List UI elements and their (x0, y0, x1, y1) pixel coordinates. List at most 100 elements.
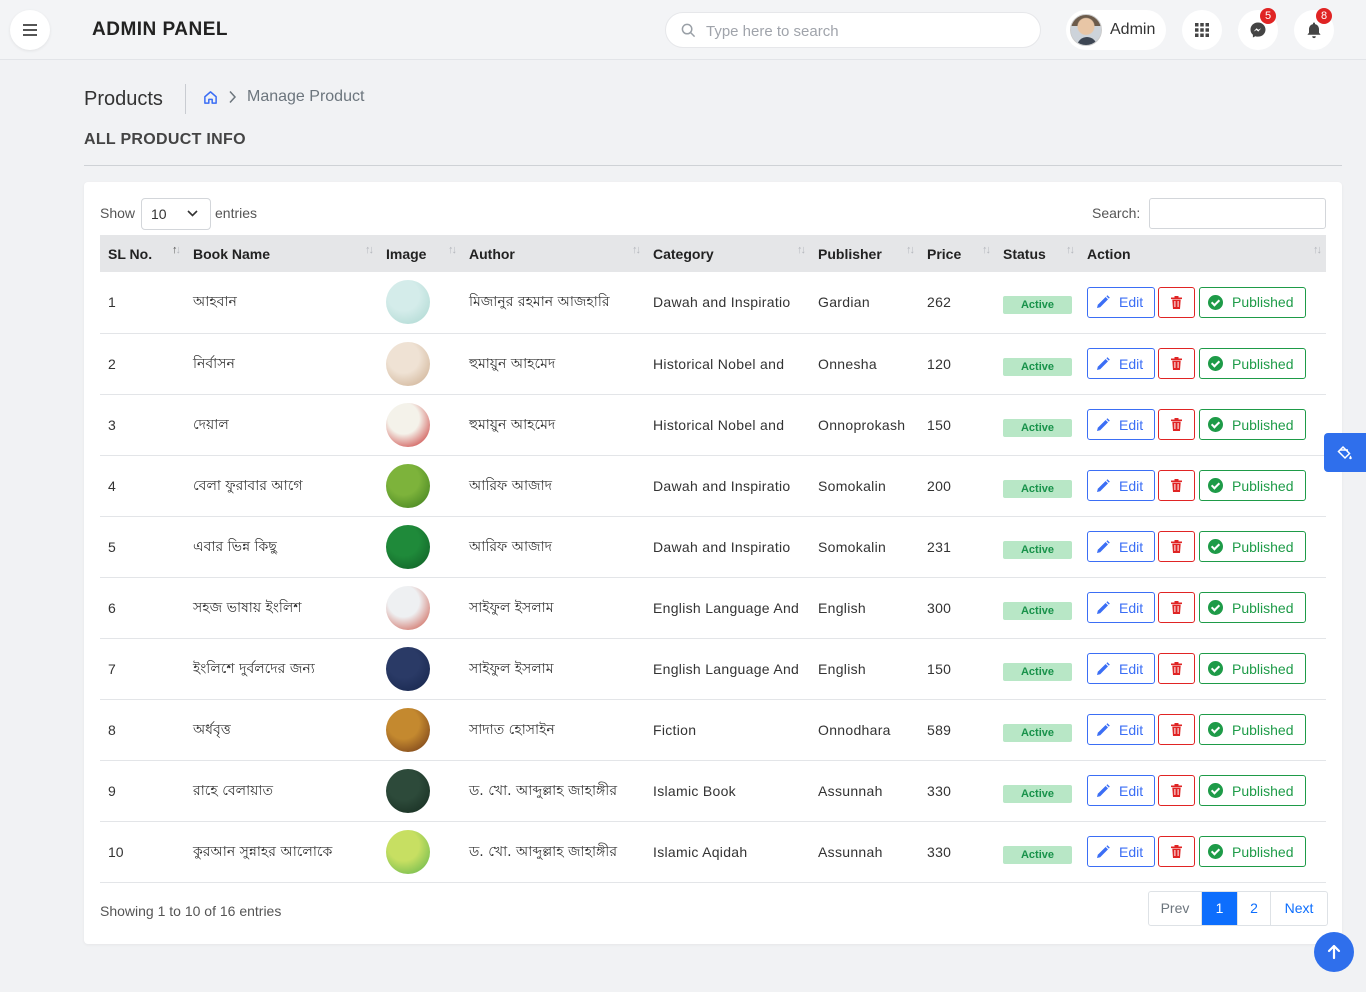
status-cell: Active (995, 699, 1079, 760)
published-label: Published (1232, 294, 1294, 311)
messages-button[interactable]: 5 (1238, 8, 1278, 50)
delete-button[interactable] (1158, 409, 1195, 440)
edit-button[interactable]: Edit (1087, 714, 1155, 745)
notifications-button[interactable]: 8 (1294, 8, 1334, 50)
pagination-next[interactable]: Next (1271, 892, 1327, 925)
search-icon (681, 23, 696, 38)
delete-button[interactable] (1158, 653, 1195, 684)
status-cell: Active (995, 760, 1079, 821)
book-cover-thumbnail (386, 524, 430, 569)
theme-customizer-button[interactable] (1324, 433, 1366, 472)
pagination-prev[interactable]: Prev (1149, 892, 1202, 925)
column-header-status[interactable]: Status ↑↓ (995, 235, 1079, 272)
delete-button[interactable] (1158, 836, 1195, 867)
book-name-cell: এবার ভিন্ন কিছু (193, 538, 277, 555)
published-toggle-button[interactable]: Published (1199, 348, 1306, 379)
trash-icon (1171, 540, 1182, 553)
book-cover-thumbnail (386, 646, 430, 691)
scroll-to-top-button[interactable] (1314, 932, 1354, 972)
paint-bucket-icon (1337, 445, 1352, 459)
column-header-label: Image (386, 245, 427, 262)
published-label: Published (1232, 477, 1294, 494)
status-badge: Active (1003, 784, 1072, 803)
book-cover-thumbnail (386, 341, 430, 386)
messenger-icon (1250, 22, 1266, 38)
pencil-icon (1097, 661, 1110, 675)
published-toggle-button[interactable]: Published (1199, 653, 1306, 684)
column-header-label: Price (927, 245, 962, 262)
pencil-icon (1097, 539, 1110, 553)
published-toggle-button[interactable]: Published (1199, 286, 1306, 318)
pagination-page-1[interactable]: 1 (1202, 892, 1238, 925)
sort-icon: ↑↓ (982, 244, 991, 256)
status-badge: Active (1003, 296, 1072, 315)
page-length-value: 10 (151, 206, 167, 222)
published-label: Published (1232, 416, 1294, 433)
sl-cell: 7 (108, 660, 116, 677)
page-length-select[interactable]: 10 (141, 198, 211, 230)
published-toggle-button[interactable]: Published (1199, 531, 1306, 562)
price-cell: 330 (927, 843, 952, 860)
delete-button[interactable] (1158, 470, 1195, 501)
edit-label: Edit (1119, 782, 1144, 799)
home-icon[interactable] (203, 90, 218, 105)
apps-button[interactable] (1182, 10, 1222, 50)
table-search-input[interactable] (1149, 198, 1326, 229)
edit-button[interactable]: Edit (1087, 286, 1155, 318)
published-toggle-button[interactable]: Published (1199, 775, 1306, 806)
category-cell: Islamic Aqidah (653, 843, 748, 860)
check-circle-icon (1208, 417, 1223, 432)
category-cell: Historical Nobel and (653, 416, 785, 433)
column-header-image[interactable]: Image ↑↓ (378, 235, 461, 272)
delete-button[interactable] (1158, 714, 1195, 745)
sl-cell: 9 (108, 782, 116, 799)
column-header-sl[interactable]: SL No. ↑↓ (100, 235, 185, 272)
column-header-label: Author (469, 245, 515, 262)
hamburger-menu-button[interactable] (10, 10, 50, 50)
sort-icon: ↑↓ (632, 244, 641, 256)
edit-button[interactable]: Edit (1087, 470, 1155, 501)
edit-button[interactable]: Edit (1087, 592, 1155, 623)
edit-button[interactable]: Edit (1087, 409, 1155, 440)
user-menu[interactable]: Admin (1066, 10, 1166, 50)
book-cover-thumbnail (386, 402, 430, 447)
column-header-publisher[interactable]: Publisher ↑↓ (810, 235, 919, 272)
notifications-count-badge: 8 (1316, 8, 1332, 24)
column-header-price[interactable]: Price ↑↓ (919, 235, 995, 272)
avatar (1070, 14, 1102, 46)
published-toggle-button[interactable]: Published (1199, 714, 1306, 745)
delete-button[interactable] (1158, 531, 1195, 562)
edit-button[interactable]: Edit (1087, 653, 1155, 684)
brand-title: ADMIN PANEL (92, 19, 229, 40)
user-name: Admin (1110, 21, 1156, 38)
edit-button[interactable]: Edit (1087, 836, 1155, 867)
sort-icon: ↑↓ (1313, 244, 1322, 256)
table-row: 7 ইংলিশে দুর্বলদের জন্য সাইফুল ইসলাম Englis… (100, 638, 1326, 699)
delete-button[interactable] (1158, 775, 1195, 806)
status-cell: Active (995, 394, 1079, 455)
table-row: 6 সহজ ভাষায় ইংলিশ সাইফুল ইসলাম English Lan… (100, 577, 1326, 638)
column-header-action[interactable]: Action ↑↓ (1079, 235, 1326, 272)
published-toggle-button[interactable]: Published (1199, 470, 1306, 501)
edit-label: Edit (1119, 477, 1144, 494)
published-toggle-button[interactable]: Published (1199, 409, 1306, 440)
edit-button[interactable]: Edit (1087, 775, 1155, 806)
category-cell: English Language And (653, 599, 800, 616)
edit-button[interactable]: Edit (1087, 531, 1155, 562)
publisher-cell: Somokalin (818, 477, 887, 494)
column-header-book-name[interactable]: Book Name ↑↓ (185, 235, 378, 272)
author-cell: ড. খো. আব্দুল্লাহ জাহাঙ্গীর (469, 843, 618, 860)
edit-label: Edit (1119, 538, 1144, 555)
delete-button[interactable] (1158, 348, 1195, 379)
delete-button[interactable] (1158, 286, 1195, 318)
column-header-category[interactable]: Category ↑↓ (645, 235, 810, 272)
sort-icon: ↑↓ (172, 244, 181, 256)
column-header-author[interactable]: Author ↑↓ (461, 235, 645, 272)
published-toggle-button[interactable]: Published (1199, 836, 1306, 867)
edit-label: Edit (1119, 843, 1144, 860)
pagination-page-2[interactable]: 2 (1238, 892, 1271, 925)
global-search-input[interactable] (706, 19, 1026, 43)
edit-button[interactable]: Edit (1087, 348, 1155, 379)
published-toggle-button[interactable]: Published (1199, 592, 1306, 623)
delete-button[interactable] (1158, 592, 1195, 623)
